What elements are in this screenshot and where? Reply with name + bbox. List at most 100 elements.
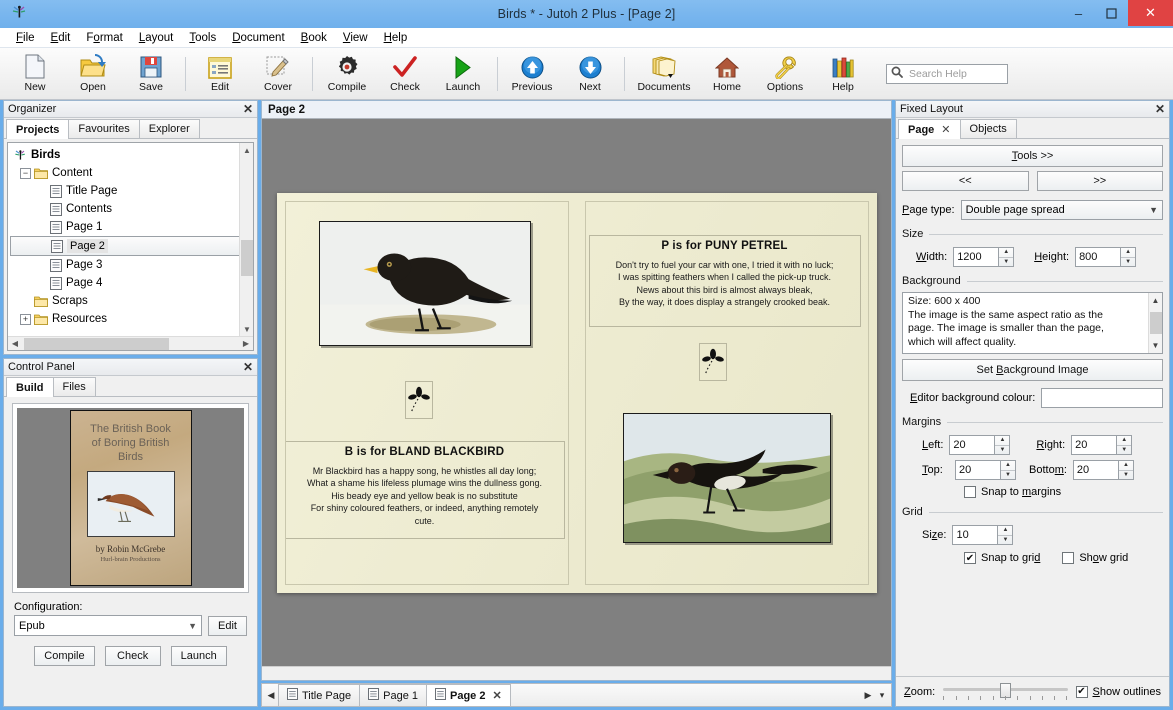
configuration-select[interactable]: Epub ▼ <box>14 615 202 636</box>
toolbar-documents-button[interactable]: Documents <box>630 50 698 98</box>
tree-item-contents[interactable]: Contents <box>10 200 251 218</box>
tree-item-page-4[interactable]: Page 4 <box>10 274 251 292</box>
toolbar-edit-button[interactable]: Edit <box>191 50 249 98</box>
tree-item-title-page[interactable]: Title Page <box>10 182 251 200</box>
expander-plus-icon[interactable]: + <box>20 314 31 325</box>
checkbox-box-checked[interactable]: ✔ <box>964 552 976 564</box>
scroll-thumb-vertical[interactable] <box>241 240 253 276</box>
organizer-close-icon[interactable]: ✕ <box>243 102 253 116</box>
doc-tab-page-1[interactable]: Page 1 <box>359 684 427 706</box>
toolbar-launch-button[interactable]: Launch <box>434 50 492 98</box>
menu-file[interactable]: File <box>8 30 43 46</box>
spin-up-icon[interactable]: ▲ <box>995 436 1009 446</box>
maximize-button[interactable] <box>1095 0 1128 26</box>
spin-down-icon[interactable]: ▼ <box>998 536 1012 545</box>
tree-vertical-scrollbar[interactable]: ▲ ▼ <box>239 143 253 336</box>
tab-build[interactable]: Build <box>6 377 54 397</box>
tree-item-content[interactable]: − Content <box>10 164 251 182</box>
height-spinner[interactable]: ▲▼ <box>1075 247 1136 267</box>
grid-size-input[interactable] <box>952 525 998 545</box>
double-page-spread[interactable]: B is for BLAND BLACKBIRD Mr Blackbird ha… <box>277 193 877 593</box>
menu-layout[interactable]: Layout <box>131 30 182 46</box>
spin-up-icon[interactable]: ▲ <box>1121 248 1135 258</box>
cover-preview[interactable]: The British Book of Boring British Birds <box>12 403 249 593</box>
document-horizontal-scrollbar[interactable] <box>262 666 891 680</box>
toolbar-cover-button[interactable]: Cover <box>249 50 307 98</box>
background-info-box[interactable]: Size: 600 x 400 The image is the same as… <box>902 292 1163 354</box>
tab-scroll-right-icon[interactable]: ▶ <box>861 684 875 706</box>
spread-left-page[interactable]: B is for BLAND BLACKBIRD Mr Blackbird ha… <box>277 193 577 593</box>
checkbox-box[interactable] <box>1062 552 1074 564</box>
zoom-slider[interactable] <box>943 682 1067 702</box>
menu-help[interactable]: Help <box>376 30 416 46</box>
right-margin-input[interactable] <box>1071 435 1117 455</box>
tab-favourites[interactable]: Favourites <box>68 119 139 138</box>
menu-book[interactable]: Book <box>293 30 335 46</box>
toolbar-help-button[interactable]: Help <box>814 50 872 98</box>
top-margin-input[interactable] <box>955 460 1001 480</box>
spin-down-icon[interactable]: ▼ <box>1001 471 1015 480</box>
toolbar-open-button[interactable]: Open <box>64 50 122 98</box>
menu-format[interactable]: Format <box>78 30 130 46</box>
editor-bg-colour-field[interactable] <box>1041 388 1163 408</box>
search-input[interactable] <box>907 67 1003 81</box>
menu-view[interactable]: View <box>335 30 376 46</box>
tree-item-page-3[interactable]: Page 3 <box>10 256 251 274</box>
background-info-scrollbar[interactable]: ▲ ▼ <box>1148 293 1162 353</box>
menu-document[interactable]: Document <box>224 30 292 46</box>
snap-to-margins-checkbox[interactable]: Snap to margins <box>902 486 1163 498</box>
search-help-box[interactable] <box>886 64 1008 84</box>
toolbar-save-button[interactable]: Save <box>122 50 180 98</box>
snap-to-grid-checkbox[interactable]: ✔ Snap to grid <box>964 552 1040 564</box>
checkbox-box[interactable] <box>964 486 976 498</box>
width-input[interactable] <box>953 247 999 267</box>
spin-down-icon[interactable]: ▼ <box>999 258 1013 267</box>
show-outlines-checkbox[interactable]: ✔ Show outlines <box>1076 686 1162 698</box>
launch-button[interactable]: Launch <box>171 646 227 666</box>
tree-item-resources[interactable]: + Resources <box>10 310 251 328</box>
tab-list-dropdown-icon[interactable]: ▾ <box>875 684 889 706</box>
right-flourish-ornament[interactable] <box>699 343 727 381</box>
scroll-thumb[interactable] <box>1150 312 1162 334</box>
petrel-text-frame[interactable]: P is for PUNY PETREL Don't try to fuel y… <box>589 235 861 327</box>
doc-tab-title-page[interactable]: Title Page <box>278 684 360 706</box>
spin-up-icon[interactable]: ▲ <box>998 526 1012 536</box>
toolbar-home-button[interactable]: Home <box>698 50 756 98</box>
spin-up-icon[interactable]: ▲ <box>999 248 1013 258</box>
tree-item-scraps[interactable]: Scraps <box>10 292 251 310</box>
expander-minus-icon[interactable]: − <box>20 168 31 179</box>
toolbar-new-button[interactable]: New <box>6 50 64 98</box>
scroll-down-icon[interactable]: ▼ <box>240 322 254 336</box>
right-margin-spinner[interactable]: ▲▼ <box>1071 435 1132 455</box>
menu-edit[interactable]: Edit <box>43 30 79 46</box>
spin-up-icon[interactable]: ▲ <box>1117 436 1131 446</box>
width-spin-buttons[interactable]: ▲▼ <box>999 247 1014 267</box>
toolbar-options-button[interactable]: Options <box>756 50 814 98</box>
fixed-layout-close-icon[interactable]: ✕ <box>1155 102 1165 116</box>
spread-right-page[interactable]: P is for PUNY PETREL Don't try to fuel y… <box>577 193 877 593</box>
spin-up-icon[interactable]: ▲ <box>1119 461 1133 471</box>
spin-down-icon[interactable]: ▼ <box>1117 446 1131 455</box>
tab-scroll-left-icon[interactable]: ◀ <box>264 684 278 706</box>
grid-spin-buttons[interactable]: ▲▼ <box>998 525 1013 545</box>
toolbar-previous-button[interactable]: Previous <box>503 50 561 98</box>
tab-page-close-icon[interactable]: ✕ <box>941 123 950 136</box>
blackbird-text-frame[interactable]: B is for BLAND BLACKBIRD Mr Blackbird ha… <box>285 441 565 539</box>
tab-explorer[interactable]: Explorer <box>139 119 200 138</box>
scroll-down-icon[interactable]: ▼ <box>1152 339 1160 353</box>
tree-horizontal-scrollbar[interactable]: ◀ ▶ <box>8 336 253 350</box>
toolbar-check-button[interactable]: Check <box>376 50 434 98</box>
tab-projects[interactable]: Projects <box>6 119 69 139</box>
toolbar-compile-button[interactable]: Compile <box>318 50 376 98</box>
height-spin-buttons[interactable]: ▲▼ <box>1121 247 1136 267</box>
spin-down-icon[interactable]: ▼ <box>1121 258 1135 267</box>
bottom-spin-buttons[interactable]: ▲▼ <box>1119 460 1134 480</box>
left-margin-spinner[interactable]: ▲▼ <box>949 435 1010 455</box>
spin-down-icon[interactable]: ▼ <box>1119 471 1133 480</box>
close-button[interactable]: ✕ <box>1128 0 1173 26</box>
height-input[interactable] <box>1075 247 1121 267</box>
left-flourish-ornament[interactable] <box>405 381 433 419</box>
prev-page-button[interactable]: << <box>902 171 1029 191</box>
tab-objects[interactable]: Objects <box>960 119 1017 138</box>
minimize-button[interactable]: – <box>1062 0 1095 26</box>
